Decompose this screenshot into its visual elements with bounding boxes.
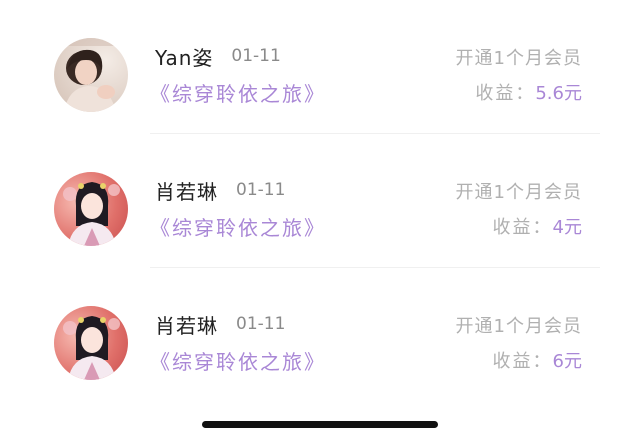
income-label: 收益： <box>492 217 553 238</box>
book-title[interactable]: 《综穿聆依之旅》 <box>150 212 326 241</box>
income-record-list: Yan姿 01-11 《综穿聆依之旅》 开通1个月会员 收益：5.6元 肖若琳 … <box>0 0 640 438</box>
income: 收益：6元 <box>493 347 582 373</box>
costume-avatar-girl-icon <box>54 172 128 246</box>
income-value: 5.6元 <box>535 83 582 104</box>
avatar[interactable] <box>54 172 128 246</box>
avatar[interactable] <box>54 306 128 380</box>
photo-avatar-girl-icon <box>54 38 128 112</box>
user-name[interactable]: Yan姿 <box>155 42 213 71</box>
home-indicator[interactable] <box>202 421 438 428</box>
membership-type: 开通1个月会员 <box>455 316 582 337</box>
user-name[interactable]: 肖若琳 <box>155 310 218 339</box>
record-date: 01-11 <box>236 314 286 334</box>
list-item[interactable]: Yan姿 01-11 《综穿聆依之旅》 开通1个月会员 收益：5.6元 <box>0 0 640 134</box>
income: 收益：5.6元 <box>475 79 582 105</box>
membership-type: 开通1个月会员 <box>455 182 582 203</box>
membership-type: 开通1个月会员 <box>455 48 582 69</box>
record-date: 01-11 <box>236 180 286 200</box>
list-item[interactable]: 肖若琳 01-11 《综穿聆依之旅》 开通1个月会员 收益：6元 <box>0 268 640 402</box>
costume-avatar-girl-icon <box>54 306 128 380</box>
income-value: 6元 <box>552 351 582 372</box>
book-title[interactable]: 《综穿聆依之旅》 <box>150 346 326 375</box>
income-label: 收益： <box>475 83 536 104</box>
income: 收益：4元 <box>493 213 582 239</box>
record-date: 01-11 <box>231 46 281 66</box>
user-name[interactable]: 肖若琳 <box>155 176 218 205</box>
list-item[interactable]: 肖若琳 01-11 《综穿聆依之旅》 开通1个月会员 收益：4元 <box>0 134 640 268</box>
book-title[interactable]: 《综穿聆依之旅》 <box>150 78 326 107</box>
avatar[interactable] <box>54 38 128 112</box>
income-label: 收益： <box>492 351 553 372</box>
income-value: 4元 <box>552 217 582 238</box>
